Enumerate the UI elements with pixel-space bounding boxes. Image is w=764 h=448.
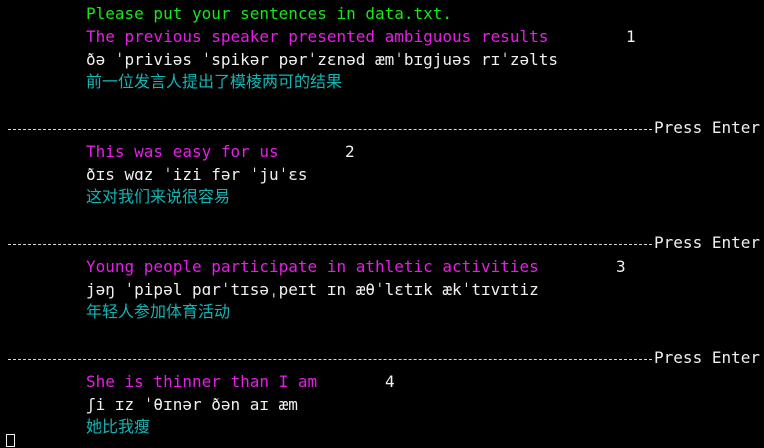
dashed-divider: [8, 358, 653, 360]
separator-prompt[interactable]: Press Enter: [8, 347, 760, 369]
sentence-number: 3: [616, 257, 626, 276]
ipa-transcription: ðə ˈpriviəs ˈspikər pərˈzɛnəd æmˈbɪgjuəs…: [86, 50, 559, 69]
press-enter-label: Press Enter: [654, 233, 760, 252]
sentence-number: 4: [385, 372, 395, 391]
text-cursor[interactable]: [6, 434, 15, 447]
chinese-translation: 她比我瘦: [86, 417, 151, 436]
ipa-transcription: ðɪs wɑz ˈizi fər ˈjuˈɛs: [86, 165, 308, 184]
chinese-translation: 年轻人参加体育活动: [86, 302, 231, 321]
english-sentence: This was easy for us: [86, 142, 279, 161]
intro-message: Please put your sentences in data.txt.: [86, 4, 453, 23]
separator-prompt[interactable]: Press Enter: [8, 232, 760, 254]
english-sentence: She is thinner than I am: [86, 372, 318, 391]
chinese-translation: 前一位发言人提出了模棱两可的结果: [86, 72, 343, 91]
ipa-transcription: jəŋ ˈpipəl pɑrˈtɪsəˌpeɪt ɪn æθˈlɛtɪk ækˈ…: [86, 280, 539, 299]
separator-prompt[interactable]: Press Enter: [8, 117, 760, 139]
english-sentence: Young people participate in athletic act…: [86, 257, 539, 276]
press-enter-label: Press Enter: [654, 118, 760, 137]
chinese-translation: 这对我们来说很容易: [86, 187, 231, 206]
sentence-number: 1: [626, 27, 636, 46]
english-sentence: The previous speaker presented ambiguous…: [86, 27, 549, 46]
dashed-divider: [8, 243, 653, 245]
dashed-divider: [8, 128, 653, 130]
ipa-transcription: ʃi ɪz ˈθɪnər ðən aɪ æm: [86, 395, 298, 414]
sentence-number: 2: [345, 142, 355, 161]
press-enter-label: Press Enter: [654, 348, 760, 367]
